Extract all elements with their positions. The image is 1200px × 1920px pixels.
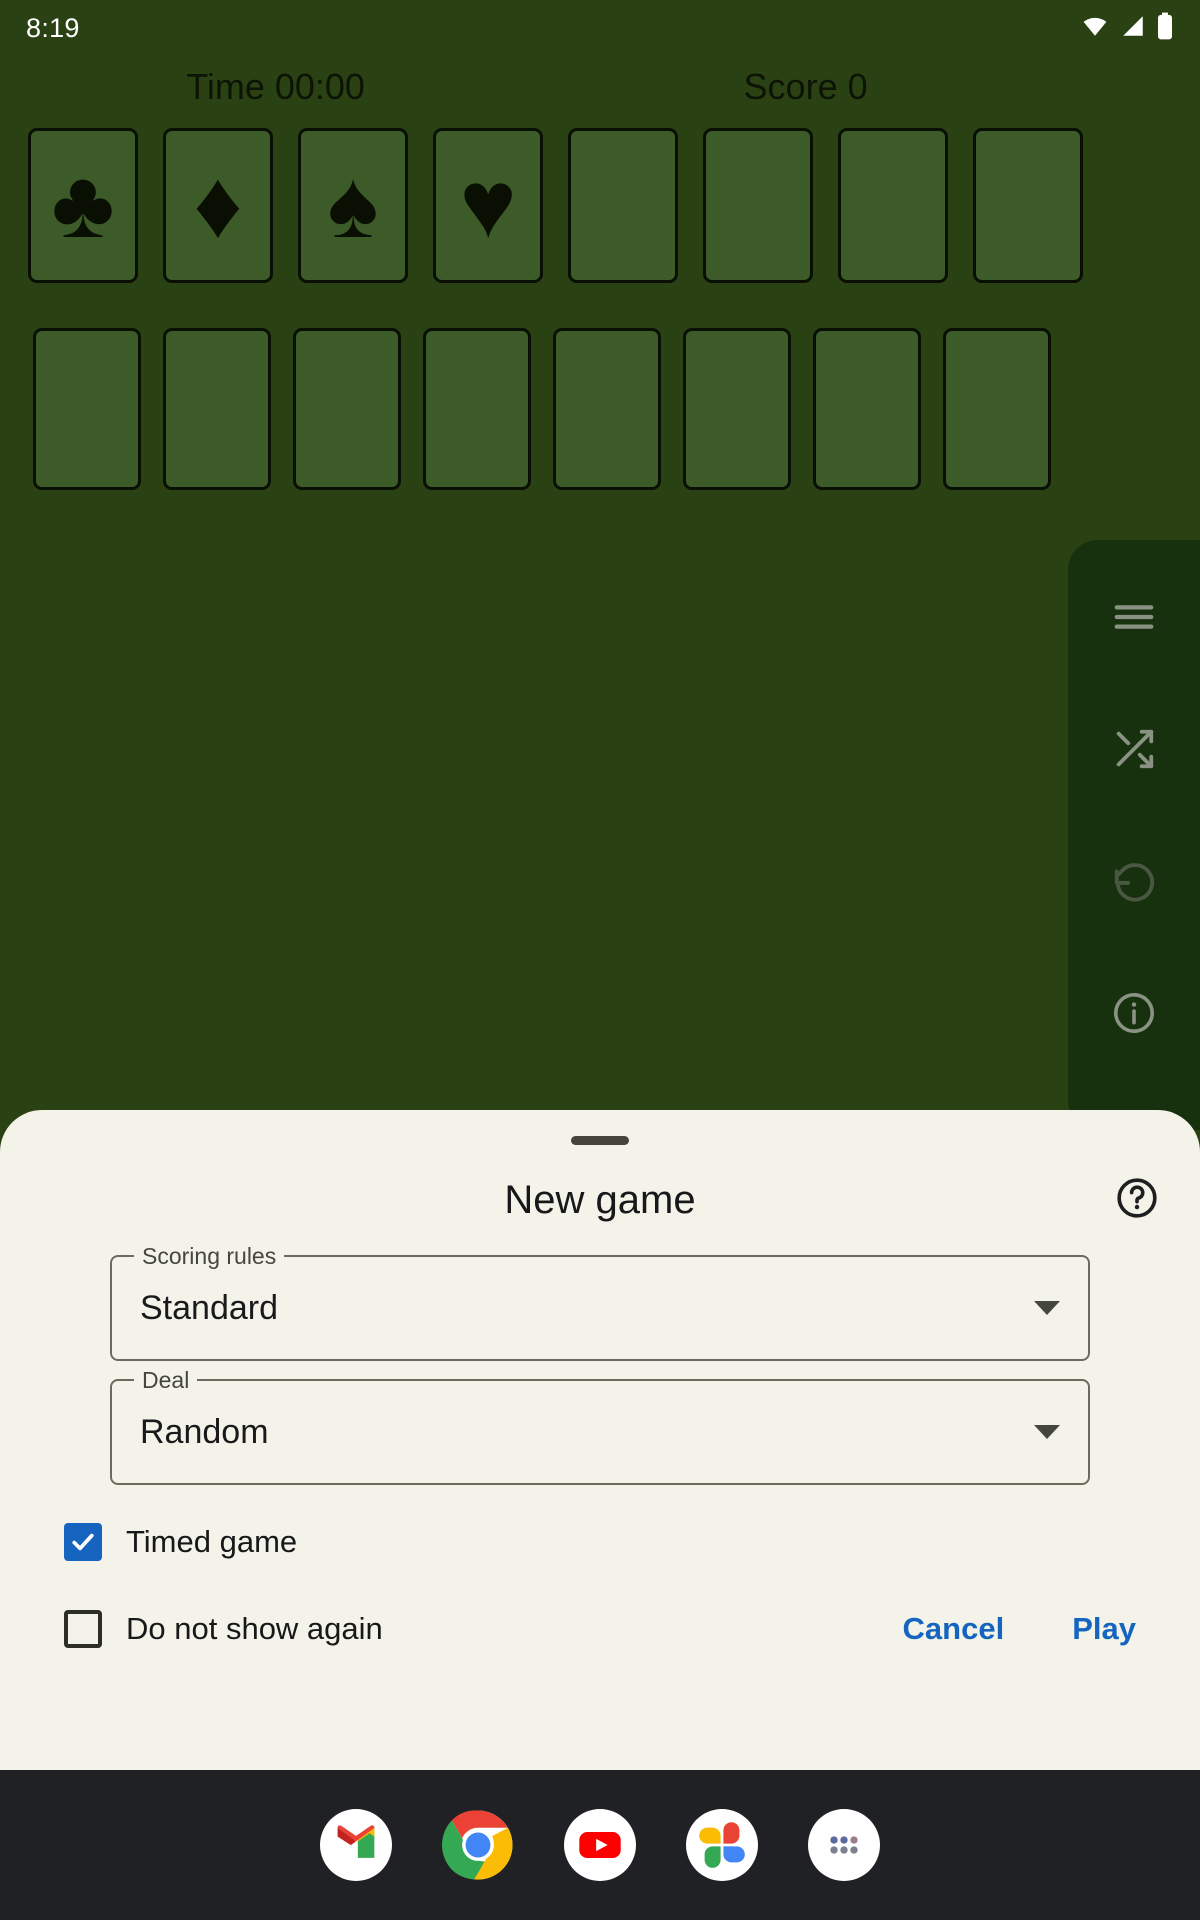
sheet-header: New game [26, 1145, 1174, 1255]
gmail-icon[interactable] [320, 1809, 392, 1881]
foundation-row: ♣ ♦ ♠ ♥ [28, 128, 1083, 283]
deal-label: Deal [134, 1367, 198, 1394]
do-not-show-again-label: Do not show again [126, 1611, 383, 1646]
clubs-suit-icon: ♣ [51, 151, 115, 259]
youtube-icon[interactable] [564, 1809, 636, 1881]
deal-value: Random [140, 1412, 269, 1451]
tableau-slot-6[interactable] [683, 328, 791, 490]
timed-game-checkbox[interactable] [64, 1523, 102, 1561]
scoring-rules-select[interactable]: Scoring rules Standard [110, 1243, 1090, 1361]
menu-icon [1111, 594, 1157, 640]
menu-button[interactable] [1105, 588, 1163, 646]
tableau-slot-5[interactable] [553, 328, 661, 490]
shuffle-button[interactable] [1105, 720, 1163, 778]
scoring-rules-label: Scoring rules [134, 1243, 285, 1270]
info-button[interactable] [1105, 984, 1163, 1042]
action-buttons: Cancel Play [893, 1605, 1146, 1653]
shuffle-icon [1111, 726, 1157, 772]
scoreboard: Time 00:00 Score 0 [0, 66, 1060, 108]
timed-game-label: Timed game [126, 1524, 298, 1559]
scoring-rules-value: Standard [140, 1288, 278, 1327]
navigation-bar [0, 1770, 1200, 1920]
foundation-slot-4[interactable]: ♥ [433, 128, 543, 283]
game-board: Time 00:00 Score 0 ♣ ♦ ♠ ♥ [0, 0, 1200, 1110]
score-readout: Score 0 [743, 66, 868, 107]
tableau-slot-1[interactable] [33, 328, 141, 490]
undo-icon [1111, 858, 1157, 904]
app-drawer-icon[interactable] [808, 1809, 880, 1881]
foundation-slot-2[interactable]: ♦ [163, 128, 273, 283]
info-icon [1111, 990, 1157, 1036]
sheet-drag-handle[interactable] [571, 1136, 629, 1145]
chrome-icon[interactable] [442, 1809, 514, 1881]
tableau-slot-7[interactable] [813, 328, 921, 490]
tableau-slot-2[interactable] [163, 328, 271, 490]
cancel-button[interactable]: Cancel [893, 1605, 1015, 1653]
chevron-down-icon[interactable] [1034, 1301, 1060, 1315]
time-readout: Time 00:00 [186, 66, 365, 107]
play-button[interactable]: Play [1062, 1605, 1146, 1653]
help-circle-icon [1114, 1175, 1160, 1226]
foundation-slot-6[interactable] [703, 128, 813, 283]
fields-container: Scoring rules Standard Deal Random [26, 1243, 1174, 1485]
timed-game-checkbox-row[interactable]: Timed game [64, 1523, 1174, 1561]
foundation-slot-8[interactable] [973, 128, 1083, 283]
foundation-slot-7[interactable] [838, 128, 948, 283]
do-not-show-again-checkbox[interactable] [64, 1610, 102, 1648]
help-button[interactable] [1110, 1173, 1164, 1227]
sheet-footer: Do not show again Cancel Play [64, 1605, 1146, 1653]
chevron-down-icon[interactable] [1034, 1425, 1060, 1439]
foundation-slot-1[interactable]: ♣ [28, 128, 138, 283]
tableau-slot-3[interactable] [293, 328, 401, 490]
side-toolbar [1068, 540, 1200, 1130]
foundation-slot-5[interactable] [568, 128, 678, 283]
google-photos-icon[interactable] [686, 1809, 758, 1881]
hearts-suit-icon: ♥ [459, 151, 517, 259]
undo-button[interactable] [1105, 852, 1163, 910]
spades-suit-icon: ♠ [327, 151, 379, 259]
do-not-show-again-checkbox-row[interactable]: Do not show again [64, 1610, 383, 1648]
deal-select[interactable]: Deal Random [110, 1367, 1090, 1485]
diamonds-suit-icon: ♦ [193, 151, 243, 259]
page-title: New game [504, 1177, 696, 1222]
foundation-slot-3[interactable]: ♠ [298, 128, 408, 283]
tableau-slot-8[interactable] [943, 328, 1051, 490]
new-game-bottom-sheet: New game Scoring rules Standard Deal Random… [0, 1110, 1200, 1770]
tableau-row [33, 328, 1051, 490]
tableau-slot-4[interactable] [423, 328, 531, 490]
